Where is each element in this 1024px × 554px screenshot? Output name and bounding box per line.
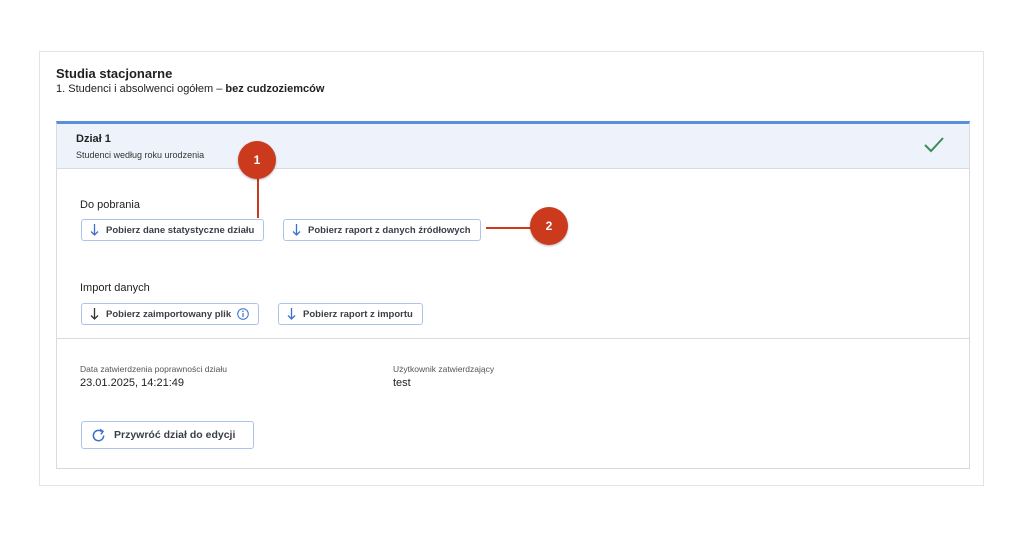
- check-icon: [924, 137, 944, 153]
- download-imported-file-label: Pobierz zaimportowany plik: [106, 308, 232, 320]
- section-header[interactable]: Dział 1 Studenci według roku urodzenia: [57, 124, 969, 169]
- approval-user-label: Użytkownik zatwierdzający: [393, 364, 495, 374]
- download-import-report-button[interactable]: Pobierz raport z importu: [278, 303, 423, 325]
- refresh-icon: [92, 428, 105, 441]
- callout-2-line: [486, 227, 532, 229]
- callout-2: 2: [530, 207, 568, 245]
- download-import-report-label: Pobierz raport z importu: [303, 308, 413, 320]
- downloads-label: Do pobrania: [80, 199, 140, 211]
- subtitle-prefix: 1. Studenci i absolwenci ogółem –: [56, 83, 226, 95]
- arrow-down-icon: [287, 308, 296, 320]
- section-panel: Dział 1 Studenci według roku urodzenia D…: [56, 121, 970, 469]
- download-imported-file-button[interactable]: Pobierz zaimportowany plik: [81, 303, 260, 325]
- approval-date-value: 23.01.2025, 14:21:49: [80, 377, 184, 389]
- subtitle-bold: bez cudzoziemców: [225, 83, 325, 95]
- arrow-down-icon: [90, 224, 99, 236]
- section-subtitle: Studenci według roku urodzenia: [76, 150, 205, 160]
- download-source-report-button[interactable]: Pobierz raport z danych źródłowych: [283, 219, 481, 241]
- page-title: Studia stacjonarne: [56, 66, 173, 81]
- arrow-down-icon: [292, 224, 301, 236]
- section-title: Dział 1: [76, 133, 111, 145]
- download-stats-label: Pobierz dane statystyczne działu: [106, 224, 255, 236]
- download-stats-button[interactable]: Pobierz dane statystyczne działu: [81, 219, 265, 241]
- restore-section-label: Przywróć dział do edycji: [114, 429, 236, 441]
- import-label: Import danych: [80, 282, 150, 294]
- callout-1: 1: [238, 141, 276, 179]
- callout-1-line: [257, 176, 259, 218]
- approval-date-label: Data zatwierdzenia poprawności działu: [80, 364, 227, 374]
- page-subtitle: 1. Studenci i absolwenci ogółem – bez cu…: [56, 83, 324, 95]
- approval-user-value: test: [393, 377, 411, 389]
- arrow-down-icon: [90, 308, 99, 320]
- restore-section-button[interactable]: Przywróć dział do edycji: [81, 421, 254, 449]
- info-icon[interactable]: [237, 308, 249, 320]
- download-source-report-label: Pobierz raport z danych źródłowych: [308, 224, 471, 236]
- section-divider: [57, 338, 969, 339]
